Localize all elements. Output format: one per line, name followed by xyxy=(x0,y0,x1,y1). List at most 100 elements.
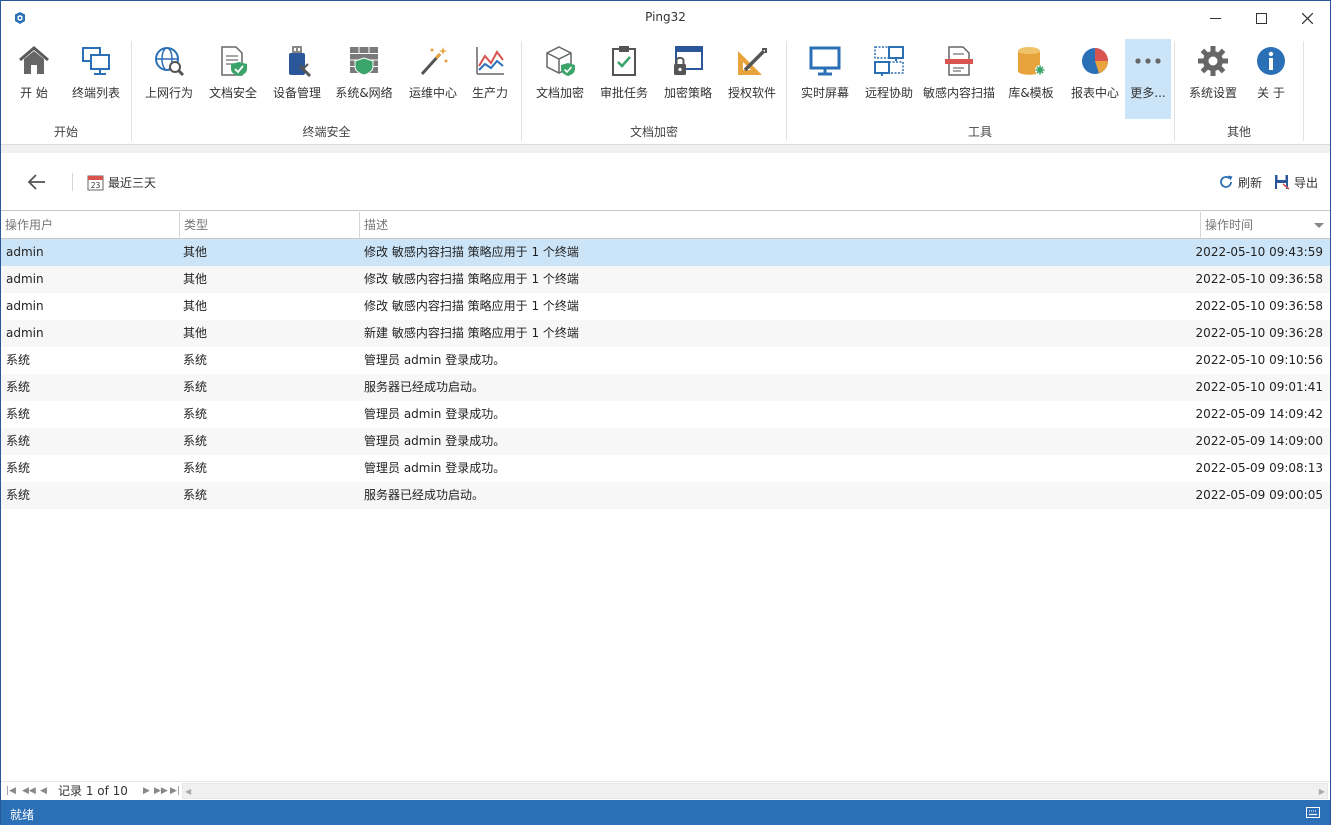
ribbon-library-template-button[interactable]: 库&模板 xyxy=(1001,39,1061,119)
ribbon-group-tools: 实时屏幕 远程协助 敏感内容扫描 库&模板 报表中心 更多... 工具 xyxy=(787,39,1173,143)
table-row[interactable]: admin 其他 修改 敏感内容扫描 策略应用于 1 个终端 2022-05-1… xyxy=(1,293,1330,320)
monitor-icon xyxy=(809,46,841,76)
ribbon-bottom-strip xyxy=(1,145,1330,153)
column-header-user[interactable]: 操作用户 xyxy=(1,212,180,239)
ribbon-encryption-policy-button[interactable]: 加密策略 xyxy=(658,39,718,119)
table-row[interactable]: 系统 系统 管理员 admin 登录成功。 2022-05-10 09:10:5… xyxy=(1,347,1330,374)
table-row[interactable]: 系统 系统 管理员 admin 登录成功。 2022-05-09 14:09:4… xyxy=(1,401,1330,428)
date-range-label: 最近三天 xyxy=(108,175,157,190)
ribbon-authorized-software-button[interactable]: 授权软件 xyxy=(722,39,782,119)
table-row[interactable]: 系统 系统 服务器已经成功启动。 2022-05-10 09:01:41 xyxy=(1,374,1330,401)
table-row[interactable]: admin 其他 修改 敏感内容扫描 策略应用于 1 个终端 2022-05-1… xyxy=(1,239,1330,266)
minimize-icon xyxy=(1209,17,1221,19)
globe-search-icon xyxy=(155,47,185,77)
scroll-left-icon[interactable]: ◀ xyxy=(185,787,191,796)
magic-wand-icon xyxy=(420,47,448,76)
column-header-type[interactable]: 类型 xyxy=(180,212,360,239)
toolbar: 23 最近三天 刷新 导出 xyxy=(1,153,1330,211)
app-window: Ping32 开 始 终端列表 开始 上网行为 文档安全 设备管理 系统&网络 … xyxy=(0,0,1331,825)
ribbon-about-button[interactable]: 关 于 xyxy=(1247,39,1295,119)
ribbon-realtime-screen-button[interactable]: 实时屏幕 xyxy=(795,39,855,119)
next-page-group-icon[interactable]: ▶▶ xyxy=(154,782,168,800)
keyboard-icon xyxy=(1306,807,1320,818)
prev-page-group-icon[interactable]: ◀◀ xyxy=(22,782,36,800)
date-range-button[interactable]: 23 最近三天 xyxy=(87,172,156,192)
table-row[interactable]: 系统 系统 管理员 admin 登录成功。 2022-05-09 14:09:0… xyxy=(1,428,1330,455)
ribbon-group-label: 终端安全 xyxy=(302,125,351,139)
pager-record-text: 记录 1 of 10 xyxy=(58,784,128,798)
chart-line-icon xyxy=(476,47,504,75)
ribbon-group-other: 系统设置 关 于 其他 xyxy=(1175,39,1303,143)
refresh-button[interactable]: 刷新 xyxy=(1218,172,1262,192)
ribbon-report-center-button[interactable]: 报表中心 xyxy=(1065,39,1125,119)
ribbon-device-management-button[interactable]: 设备管理 xyxy=(267,39,327,119)
table-row[interactable]: 系统 系统 管理员 admin 登录成功。 2022-05-09 09:08:1… xyxy=(1,455,1330,482)
title-bar: Ping32 xyxy=(1,1,1330,35)
window-title: Ping32 xyxy=(645,10,686,24)
home-icon xyxy=(19,46,49,74)
document-shield-icon xyxy=(221,46,247,76)
ribbon-more-button[interactable]: 更多... xyxy=(1125,39,1171,119)
ribbon-start-button[interactable]: 开 始 xyxy=(9,39,59,119)
clipboard-check-icon xyxy=(612,46,636,76)
horizontal-scrollbar[interactable]: ◀ ▶ xyxy=(182,783,1328,799)
toolbar-separator xyxy=(72,173,73,191)
first-page-icon[interactable]: |◀ xyxy=(6,782,16,800)
document-scan-icon xyxy=(945,46,973,76)
status-bar: 就绪 xyxy=(1,800,1330,825)
ribbon-ops-center-button[interactable]: 运维中心 xyxy=(405,39,461,119)
calendar-icon: 23 xyxy=(87,175,104,190)
minimize-button[interactable] xyxy=(1192,1,1238,35)
column-header-time-label: 操作时间 xyxy=(1205,218,1254,232)
ribbon-doc-encryption-button[interactable]: 文档加密 xyxy=(530,39,590,119)
export-label: 导出 xyxy=(1293,175,1318,190)
ruler-pencil-icon xyxy=(738,48,767,75)
ribbon-web-behavior-button[interactable]: 上网行为 xyxy=(139,39,199,119)
computers-icon xyxy=(82,47,110,75)
ribbon-group-endpoint-security: 上网行为 文档安全 设备管理 系统&网络 运维中心 生产力 终端安全 xyxy=(132,39,521,143)
last-page-icon[interactable]: ▶| xyxy=(170,782,180,800)
gear-icon xyxy=(1198,46,1228,76)
status-text: 就绪 xyxy=(10,808,35,822)
info-icon xyxy=(1257,47,1285,75)
ribbon-group-label: 工具 xyxy=(967,125,992,139)
maximize-button[interactable] xyxy=(1238,1,1284,35)
ribbon-system-settings-button[interactable]: 系统设置 xyxy=(1183,39,1243,119)
ribbon: 开 始 终端列表 开始 上网行为 文档安全 设备管理 系统&网络 运维中心 生产… xyxy=(1,35,1330,145)
ribbon-separator xyxy=(1303,41,1304,141)
column-header-time[interactable]: 操作时间 xyxy=(1201,212,1330,239)
ribbon-approval-tasks-button[interactable]: 审批任务 xyxy=(594,39,654,119)
prev-page-icon[interactable]: ◀ xyxy=(40,782,47,800)
pager: |◀ ◀◀ ◀ 记录 1 of 10 ▶ ▶▶ ▶| ◀ ▶ xyxy=(1,781,1330,799)
column-header-description[interactable]: 描述 xyxy=(360,212,1201,239)
ribbon-terminal-list-button[interactable]: 终端列表 xyxy=(67,39,125,119)
cube-shield-icon xyxy=(546,46,575,76)
close-button[interactable] xyxy=(1284,1,1330,35)
save-export-icon xyxy=(1274,175,1290,190)
close-icon xyxy=(1301,12,1313,24)
ribbon-remote-assist-button[interactable]: 远程协助 xyxy=(859,39,919,119)
ribbon-group-label: 文档加密 xyxy=(629,125,678,139)
svg-text:23: 23 xyxy=(91,181,101,190)
firewall-icon xyxy=(350,47,378,76)
ribbon-productivity-button[interactable]: 生产力 xyxy=(465,39,515,119)
next-page-icon[interactable]: ▶ xyxy=(143,782,150,800)
ribbon-group-start: 开 始 终端列表 开始 xyxy=(1,39,131,143)
back-arrow-icon[interactable] xyxy=(25,171,49,193)
maximize-icon xyxy=(1255,12,1267,24)
ribbon-document-security-button[interactable]: 文档安全 xyxy=(203,39,263,119)
window-lock-icon xyxy=(674,46,703,75)
scroll-right-icon[interactable]: ▶ xyxy=(1319,787,1325,796)
export-button[interactable]: 导出 xyxy=(1274,172,1318,192)
ribbon-group-document-encryption: 文档加密 审批任务 加密策略 授权软件 文档加密 xyxy=(522,39,786,143)
grid-header: 操作用户 类型 描述 操作时间 xyxy=(1,212,1330,239)
ribbon-group-label: 其他 xyxy=(1226,125,1251,139)
pie-chart-icon xyxy=(1082,48,1108,74)
refresh-label: 刷新 xyxy=(1237,175,1262,190)
table-row[interactable]: admin 其他 修改 敏感内容扫描 策略应用于 1 个终端 2022-05-1… xyxy=(1,266,1330,293)
table-row[interactable]: 系统 系统 服务器已经成功启动。 2022-05-09 09:00:05 xyxy=(1,482,1330,509)
table-row[interactable]: admin 其他 新建 敏感内容扫描 策略应用于 1 个终端 2022-05-1… xyxy=(1,320,1330,347)
ribbon-group-label: 开始 xyxy=(53,125,78,139)
ribbon-system-network-button[interactable]: 系统&网络 xyxy=(331,39,397,119)
ribbon-sensitive-scan-button[interactable]: 敏感内容扫描 xyxy=(921,39,997,119)
